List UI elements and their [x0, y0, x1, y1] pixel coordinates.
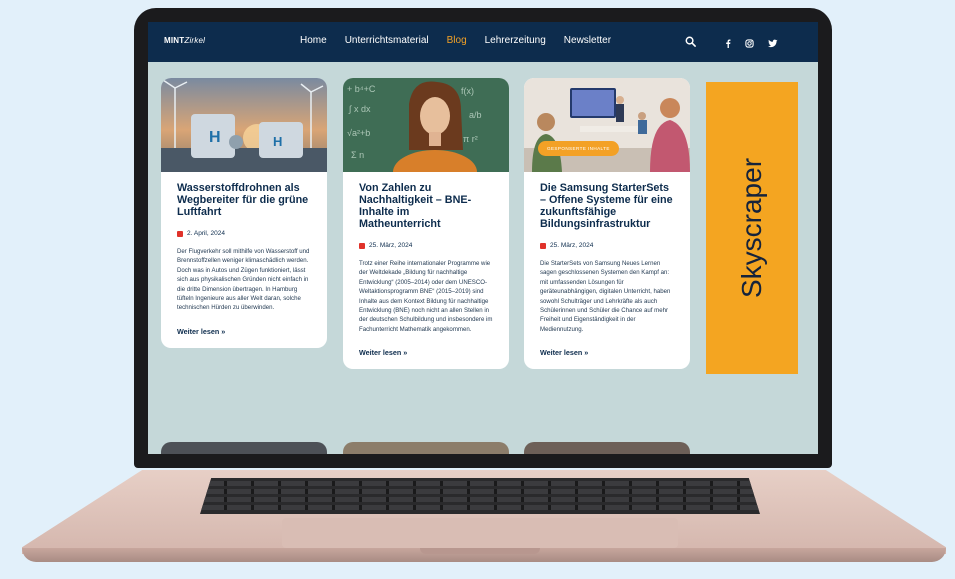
sponsored-badge: GESPONSERTE INHALTE: [538, 141, 619, 156]
calendar-icon: [359, 242, 365, 249]
article-excerpt: Der Flugverkehr soll mithilfe von Wasser…: [177, 248, 310, 312]
svg-text:√a²+b: √a²+b: [347, 128, 370, 138]
next-article-preview[interactable]: [343, 442, 509, 454]
laptop-screen: MINTZirkel Home Unterrichtsmaterial Blog…: [148, 22, 818, 454]
instagram-icon[interactable]: [745, 39, 754, 48]
article-title[interactable]: Von Zahlen zu Nachhaltigkeit – BNE-Inhal…: [359, 182, 493, 230]
date-text: 25. März, 2024: [550, 242, 594, 249]
article-date: 25. März, 2024: [540, 242, 674, 249]
article-image-classroom[interactable]: GESPONSERTE INHALTE: [524, 78, 690, 172]
next-article-preview[interactable]: [161, 442, 327, 454]
article-excerpt: Trotz einer Reihe internationaler Progra…: [359, 260, 493, 333]
social-links: [725, 39, 778, 48]
date-text: 2. April, 2024: [187, 230, 225, 237]
calendar-icon: [177, 230, 183, 237]
nav-newsletter[interactable]: Newsletter: [564, 35, 611, 46]
site-logo[interactable]: MINTZirkel: [164, 36, 205, 45]
read-more-link[interactable]: Weiter lesen »: [177, 327, 311, 336]
ad-label: Skyscraper: [736, 157, 768, 299]
nav-lehrerzeitung[interactable]: Lehrerzeitung: [485, 35, 546, 46]
svg-text:H: H: [209, 129, 221, 146]
svg-text:π r²: π r²: [463, 134, 478, 144]
skyscraper-ad[interactable]: Skyscraper: [706, 82, 798, 374]
logo-light-text: Zirkel: [184, 36, 206, 45]
laptop-keyboard: [200, 478, 760, 514]
article-excerpt: Die StarterSets von Samsung Neues Lernen…: [540, 260, 671, 333]
article-card[interactable]: H H Wasserstoffdrohnen als Wegbereiter f…: [161, 78, 327, 348]
next-article-preview[interactable]: [524, 442, 690, 454]
article-date: 2. April, 2024: [177, 230, 311, 237]
article-title[interactable]: Die Samsung StarterSets – Offene Systeme…: [540, 182, 674, 230]
svg-text:Σ n: Σ n: [351, 150, 364, 160]
date-text: 25. März, 2024: [369, 242, 413, 249]
svg-text:H: H: [273, 134, 282, 149]
nav-unterrichtsmaterial[interactable]: Unterrichtsmaterial: [345, 35, 429, 46]
read-more-link[interactable]: Weiter lesen »: [359, 348, 493, 357]
logo-bold-text: MINT: [164, 36, 185, 45]
article-date: 25. März, 2024: [359, 242, 493, 249]
site-header: MINTZirkel Home Unterrichtsmaterial Blog…: [148, 22, 818, 62]
main-nav: Home Unterrichtsmaterial Blog Lehrerzeit…: [300, 35, 611, 46]
svg-text:∫ x dx: ∫ x dx: [348, 104, 371, 114]
svg-text:f(x): f(x): [461, 86, 474, 96]
nav-blog[interactable]: Blog: [447, 35, 467, 46]
article-card[interactable]: + b⁴+C ∫ x dx √a²+b Σ n f(x) a/b π r² Von Zah…: [343, 78, 509, 370]
laptop-trackpad: [282, 518, 678, 548]
article-image-hydrogen[interactable]: H H: [161, 78, 327, 172]
svg-text:+ b⁴+C: + b⁴+C: [347, 84, 376, 94]
article-card[interactable]: GESPONSERTE INHALTE Die Samsung StarterS…: [524, 78, 690, 370]
read-more-link[interactable]: Weiter lesen »: [540, 348, 674, 357]
svg-text:a/b: a/b: [469, 110, 482, 120]
laptop-notch: [420, 548, 540, 554]
article-title[interactable]: Wasserstoffdrohnen als Wegbereiter für d…: [177, 182, 311, 218]
nav-home[interactable]: Home: [300, 35, 327, 46]
calendar-icon: [540, 242, 546, 249]
twitter-icon[interactable]: [768, 39, 778, 48]
facebook-icon[interactable]: [725, 39, 731, 48]
search-icon[interactable]: [685, 36, 696, 47]
article-image-math[interactable]: + b⁴+C ∫ x dx √a²+b Σ n f(x) a/b π r²: [343, 78, 509, 172]
